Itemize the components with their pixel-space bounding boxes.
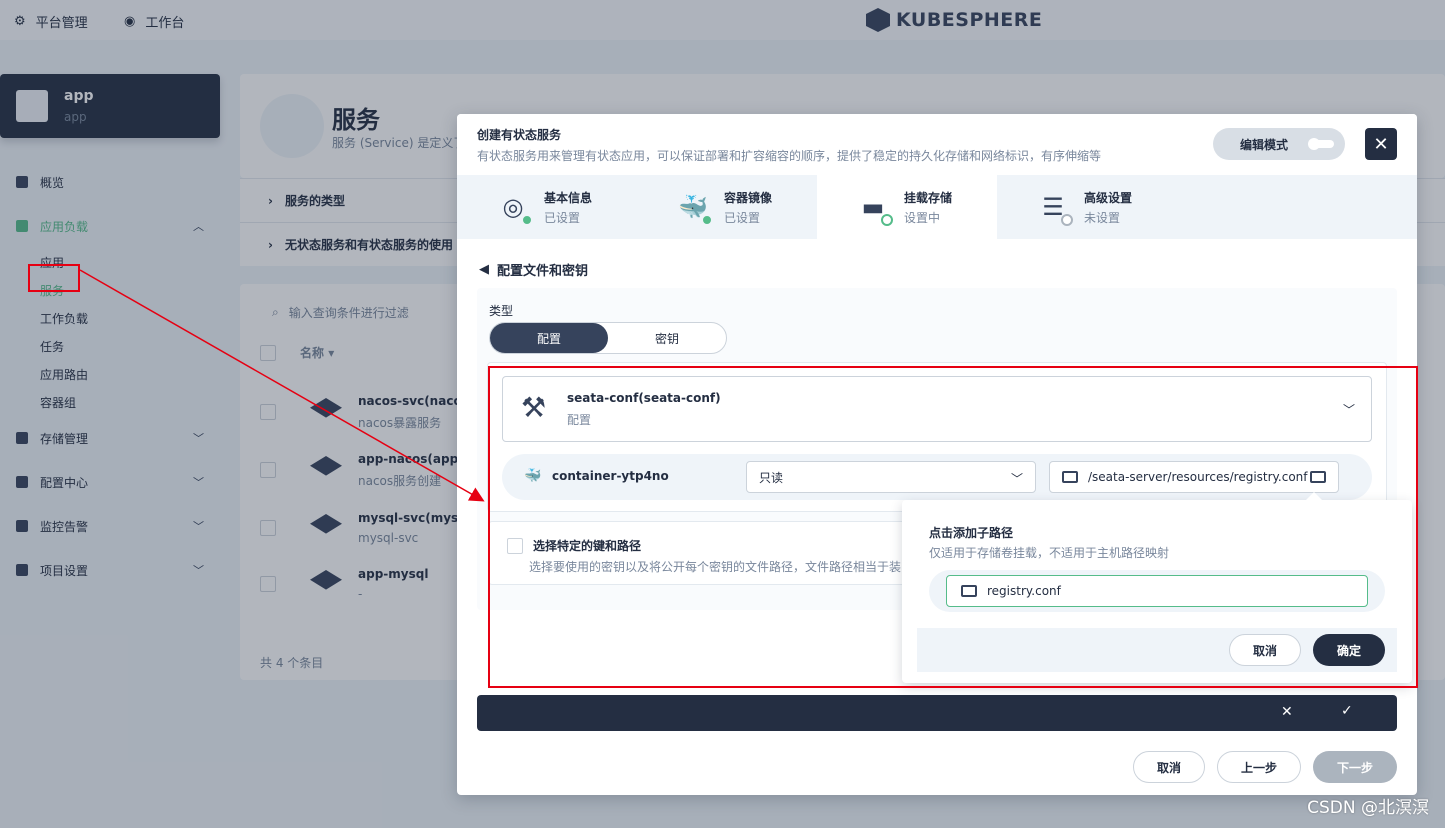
- config-name: seata-conf(seata-conf): [567, 391, 721, 405]
- step-title: 容器镜像: [724, 191, 773, 205]
- drive-icon: [1062, 471, 1078, 483]
- config-select-card[interactable]: ⚒ seata-conf(seata-conf) 配置 ﹀: [502, 376, 1372, 442]
- step-status: 未设置: [1084, 211, 1121, 225]
- subpath-input[interactable]: registry.conf: [946, 575, 1368, 607]
- docker-icon: 🐳: [524, 468, 542, 484]
- modal-title: 创建有状态服务: [477, 128, 562, 142]
- done-dot-icon: [701, 214, 713, 226]
- step-title: 挂载存储: [904, 191, 953, 205]
- step-title: 高级设置: [1084, 191, 1133, 205]
- specific-keys-checkbox[interactable]: [507, 538, 523, 554]
- step-status: 已设置: [724, 211, 761, 225]
- step-mount-storage[interactable]: ▬ 挂载存储 设置中: [817, 175, 997, 239]
- modal-header: 创建有状态服务 有状态服务用来管理有状态应用，可以保证部署和扩容缩容的顺序，提供…: [457, 114, 1417, 175]
- done-dot-icon: [521, 214, 533, 226]
- seg-config-option[interactable]: 配置: [490, 323, 608, 353]
- next-step-button[interactable]: 下一步: [1313, 751, 1397, 783]
- close-button[interactable]: ✕: [1365, 128, 1397, 160]
- access-mode-value: 只读: [759, 470, 784, 485]
- seg-secret-option[interactable]: 密钥: [608, 323, 726, 353]
- step-basic-info[interactable]: ◎ 基本信息 已设置: [457, 175, 637, 239]
- step-status: 设置中: [904, 211, 941, 225]
- mount-row: 🐳 container-ytp4no 只读 ﹀ /seata-server/re…: [502, 454, 1372, 500]
- step-title: 基本信息: [544, 191, 593, 205]
- container-name: container-ytp4no: [552, 469, 669, 483]
- confirm-check-icon[interactable]: ✓: [1341, 703, 1353, 719]
- back-link[interactable]: ◀ 配置文件和密钥: [479, 260, 588, 279]
- pending-dot-icon: [1061, 214, 1073, 226]
- subpath-popover: 点击添加子路径 仅适用于存储卷挂载，不适用于主机路径映射 registry.co…: [902, 492, 1412, 683]
- mount-path-value: /seata-server/resources/registry.conf: [1088, 470, 1308, 484]
- current-dot-icon: [881, 214, 893, 226]
- popover-footer: 取消 确定: [917, 628, 1397, 672]
- popover-confirm-button[interactable]: 确定: [1313, 634, 1385, 666]
- prev-step-button[interactable]: 上一步: [1217, 751, 1301, 783]
- step-tabs: ◎ 基本信息 已设置 🐳 容器镜像 已设置 ▬ 挂载存储 设置中 ☰ 高级设置 …: [457, 175, 1417, 239]
- back-arrow-icon: ◀: [479, 262, 489, 277]
- access-mode-select[interactable]: 只读 ﹀: [746, 461, 1036, 493]
- chevron-down-icon: ﹀: [1342, 403, 1355, 417]
- cancel-x-icon[interactable]: ✕: [1281, 704, 1293, 720]
- step-container-image[interactable]: 🐳 容器镜像 已设置: [637, 175, 817, 239]
- action-bar: ✕ ✓: [477, 695, 1397, 731]
- chevron-down-icon: ﹀: [1010, 472, 1023, 486]
- subpath-input-wrap: registry.conf: [929, 570, 1385, 612]
- toggle-switch: [1308, 138, 1335, 150]
- subpath-value: registry.conf: [987, 584, 1061, 598]
- edit-mode-label: 编辑模式: [1240, 137, 1289, 152]
- config-type: 配置: [567, 413, 592, 427]
- create-statefulset-modal: 创建有状态服务 有状态服务用来管理有状态应用，可以保证部署和扩容缩容的顺序，提供…: [457, 114, 1417, 795]
- close-icon: ✕: [1373, 133, 1389, 155]
- mount-path-input[interactable]: /seata-server/resources/registry.conf: [1049, 461, 1339, 493]
- modal-description: 有状态服务用来管理有状态应用，可以保证部署和扩容缩容的顺序，提供了稳定的持久化存…: [477, 149, 1102, 163]
- edit-mode-toggle[interactable]: 编辑模式: [1213, 128, 1345, 160]
- type-label: 类型: [489, 304, 514, 318]
- type-segmented-control: 配置 密钥: [489, 322, 727, 354]
- drive-icon: [961, 585, 977, 597]
- watermark: CSDN @北溟溟: [1307, 798, 1429, 818]
- cancel-button[interactable]: 取消: [1133, 751, 1205, 783]
- step-advanced[interactable]: ☰ 高级设置 未设置: [997, 175, 1177, 239]
- hammer-icon: ⚒: [521, 391, 547, 424]
- popover-cancel-button[interactable]: 取消: [1229, 634, 1301, 666]
- popover-title: 点击添加子路径: [929, 526, 1014, 540]
- step-status: 已设置: [544, 211, 581, 225]
- back-link-label: 配置文件和密钥: [497, 264, 589, 279]
- specific-keys-title: 选择特定的键和路径: [533, 539, 642, 553]
- specific-keys-card: 选择特定的键和路径 选择要使用的密钥以及将公开每个密钥的文件路径，文件路径相当于…: [488, 521, 928, 585]
- specific-keys-desc: 选择要使用的密钥以及将公开每个密钥的文件路径，文件路径相当于装: [529, 560, 902, 574]
- popover-description: 仅适用于存储卷挂载，不适用于主机路径映射: [929, 546, 1170, 560]
- subpath-icon[interactable]: [1310, 471, 1326, 483]
